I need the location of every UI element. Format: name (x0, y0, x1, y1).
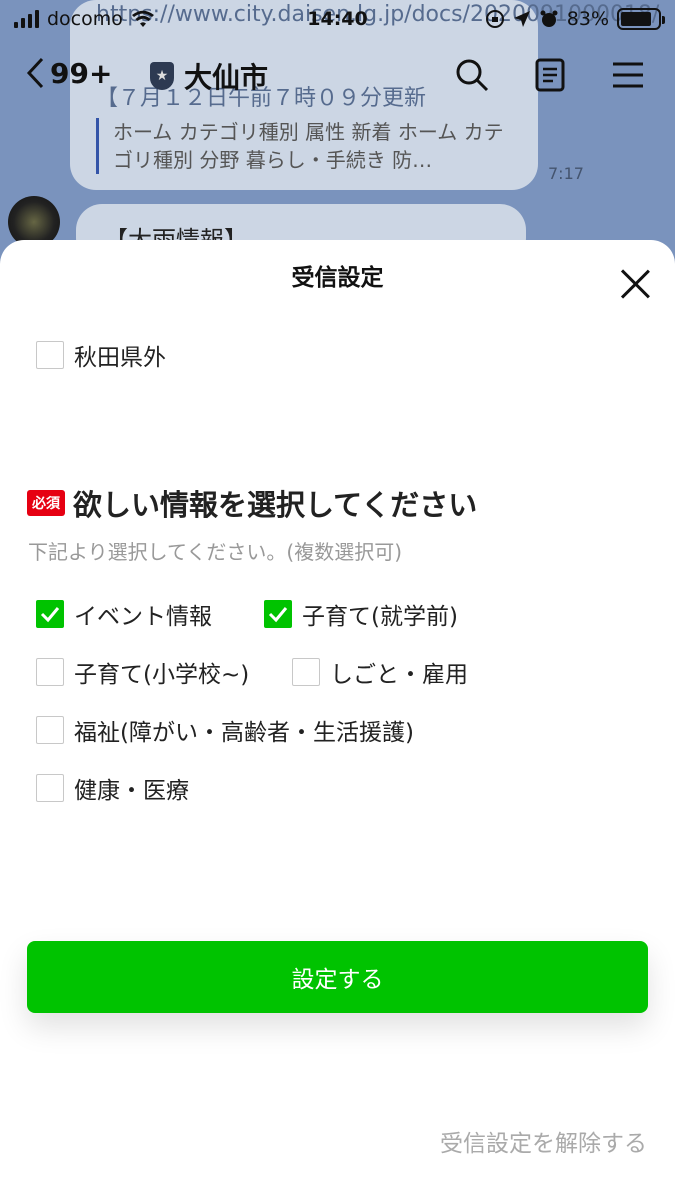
section-title: 欲しい情報を選択してください (73, 488, 478, 522)
option-childcare-preschool[interactable]: 子育て(就学前) (264, 597, 458, 631)
option-childcare-elementary[interactable]: 子育て(小学校~) (36, 655, 249, 689)
status-bar: docomo 14:40 83% (0, 0, 675, 40)
submit-settings-button[interactable]: 設定する (27, 941, 648, 1013)
battery-icon (617, 8, 665, 30)
checkmark-icon (40, 607, 60, 623)
option-label: しごと・雇用 (330, 662, 468, 688)
option-area-outside-akita[interactable]: 秋田県外 (36, 338, 166, 372)
option-jobs-employment[interactable]: しごと・雇用 (292, 655, 468, 689)
section-subtitle: 下記より選択してください。(複数選択可) (28, 540, 403, 564)
chevron-left-icon (26, 57, 44, 89)
checkbox[interactable] (36, 341, 64, 369)
required-badge: 必須 (27, 490, 65, 516)
battery-percent: 83% (566, 8, 609, 30)
search-icon[interactable] (455, 58, 489, 92)
option-label: 子育て(小学校~) (74, 662, 250, 688)
option-label: 健康・医療 (74, 778, 189, 804)
sheet-title: 受信設定 (291, 265, 384, 291)
option-label: 子育て(就学前) (302, 604, 458, 630)
checkbox[interactable] (292, 658, 320, 686)
unsubscribe-link[interactable]: 受信設定を解除する (440, 1124, 647, 1158)
option-label: 秋田県外 (74, 345, 166, 371)
chat-background: https://www.city.daisen.lg.jp/docs/20200… (0, 0, 675, 264)
option-health-medical[interactable]: 健康・医療 (36, 771, 189, 805)
option-welfare[interactable]: 福祉(障がい・高齢者・生活援護) (36, 713, 414, 747)
chat-link-preview[interactable]: ホーム カテゴリ種別 属性 新着 ホーム カテゴリ種別 分野 暮らし・手続き 防… (96, 118, 516, 174)
status-right: 83% (485, 8, 665, 30)
chat-title-text: 大仙市 (184, 61, 269, 94)
alarm-icon (540, 10, 558, 27)
chat-title: ★ 大仙市 (150, 56, 268, 96)
shield-star-icon: ★ (150, 62, 174, 90)
checkmark-icon (268, 607, 288, 623)
option-label: 福祉(障がい・高齢者・生活援護) (74, 720, 414, 746)
chat-nav-bar: 99+ ★ 大仙市 (0, 46, 675, 106)
checkbox[interactable] (36, 716, 64, 744)
menu-icon[interactable] (611, 58, 645, 92)
chat-message-time: 7:17 (548, 164, 584, 183)
checkbox[interactable] (36, 658, 64, 686)
required-section-header: 必須 欲しい情報を選択してください (27, 482, 477, 524)
notes-icon[interactable] (533, 58, 567, 92)
location-icon (513, 11, 530, 27)
checkbox[interactable] (36, 600, 64, 628)
close-icon[interactable] (619, 268, 651, 300)
nav-actions (455, 58, 645, 92)
receive-settings-sheet: 受信設定 秋田県外 必須 欲しい情報を選択してください 下記より選択してください… (0, 240, 675, 1200)
back-unread-count: 99+ (50, 56, 113, 90)
checkbox[interactable] (36, 774, 64, 802)
option-label: イベント情報 (74, 604, 212, 630)
option-event-info[interactable]: イベント情報 (36, 597, 212, 631)
checkbox[interactable] (264, 600, 292, 628)
back-button[interactable]: 99+ (24, 56, 112, 90)
orientation-lock-icon (485, 10, 504, 28)
